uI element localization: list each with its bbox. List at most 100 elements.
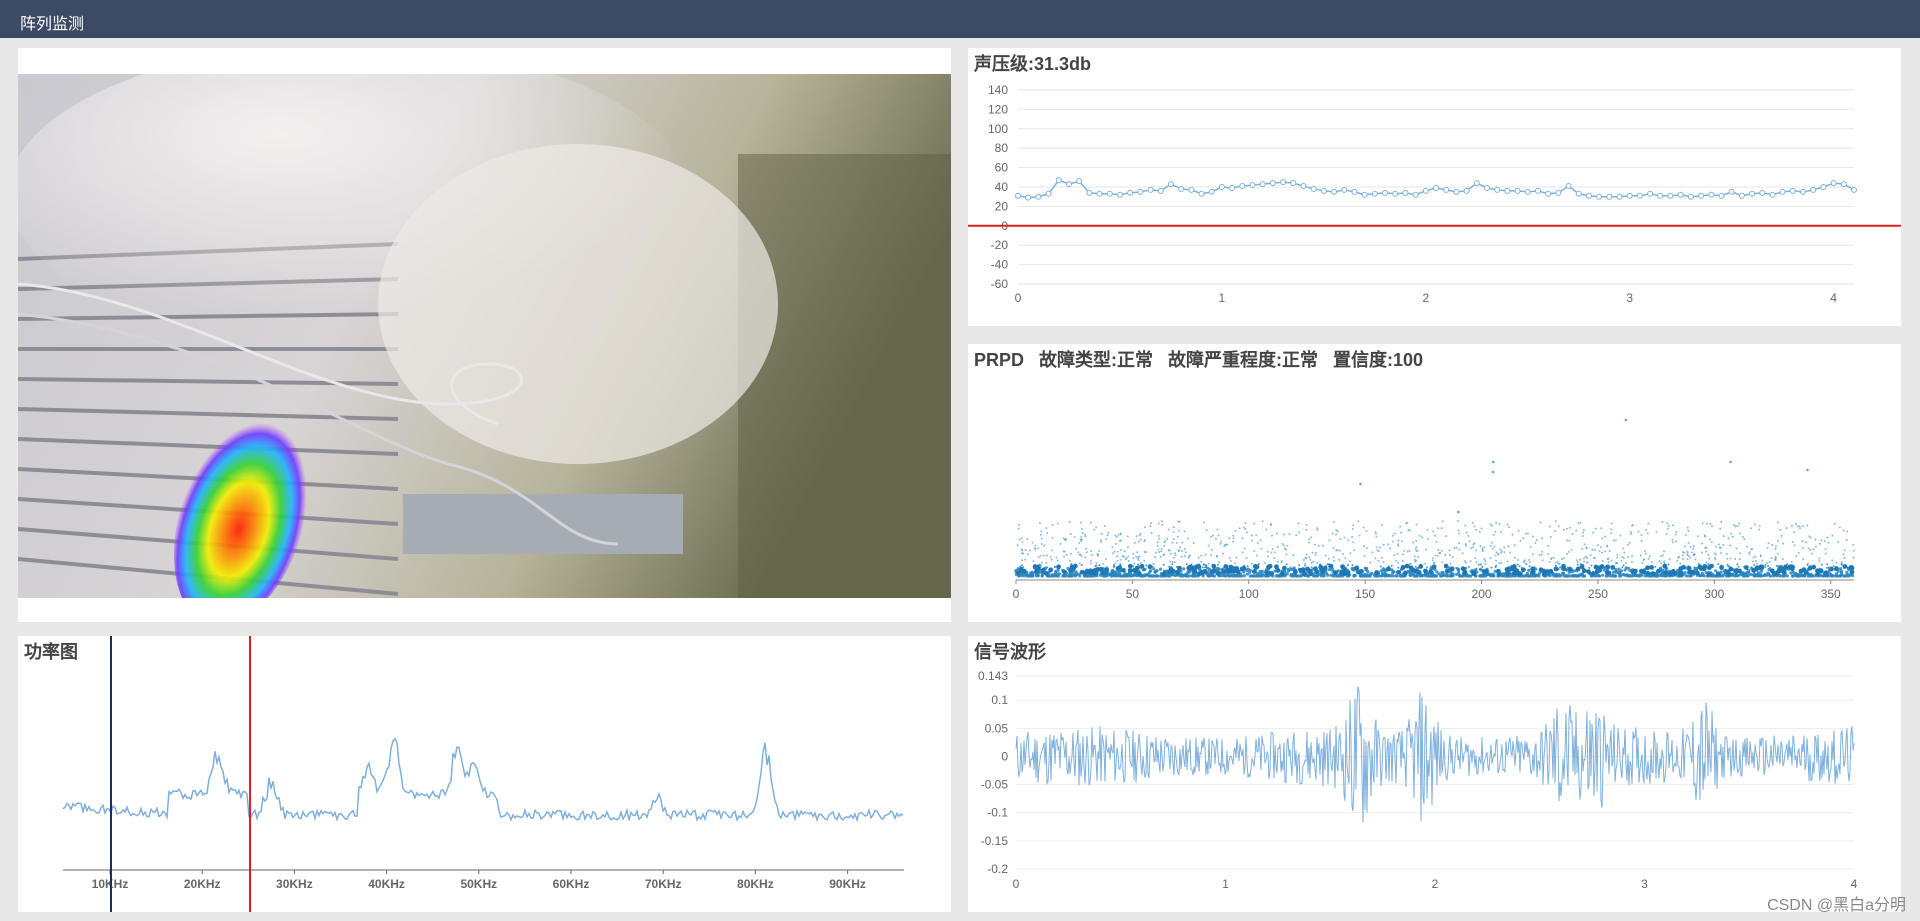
prpd-point <box>1119 539 1122 542</box>
prpd-point <box>1144 551 1147 554</box>
prpd-point <box>1540 568 1546 574</box>
spl-point <box>1249 182 1256 189</box>
prpd-point <box>1126 535 1129 538</box>
prpd-point <box>1116 559 1119 562</box>
prpd-point <box>1157 522 1160 525</box>
prpd-point <box>1457 529 1460 532</box>
prpd-point <box>1455 566 1458 569</box>
prpd-point <box>1305 528 1308 531</box>
prpd-point <box>1660 562 1663 565</box>
prpd-point <box>1708 538 1711 541</box>
prpd-point <box>1606 545 1609 548</box>
prpd-point <box>1536 539 1539 542</box>
prpd-point <box>1838 526 1841 529</box>
prpd-point <box>1124 574 1128 578</box>
prpd-point <box>1686 526 1689 529</box>
prpd-point <box>1644 552 1647 555</box>
prpd-point <box>1479 544 1482 547</box>
prpd-point <box>1678 571 1684 577</box>
spl-point <box>1851 186 1857 193</box>
prpd-point <box>1576 563 1579 566</box>
prpd-point <box>1471 570 1477 575</box>
spl-point <box>1310 185 1317 192</box>
prpd-point <box>1238 574 1242 578</box>
prpd-point <box>1159 555 1162 558</box>
prpd-point <box>1495 559 1498 562</box>
prpd-point <box>1333 559 1336 562</box>
prpd-point <box>1124 558 1127 561</box>
prpd-point <box>1541 550 1544 553</box>
prpd-point <box>1581 547 1584 550</box>
power-xtick-label: 70KHz <box>645 877 682 891</box>
prpd-point <box>1509 551 1512 554</box>
prpd-point <box>1500 561 1503 564</box>
prpd-point <box>1314 554 1317 557</box>
prpd-point <box>1228 557 1231 560</box>
prpd-point <box>1242 574 1246 578</box>
spl-point <box>1106 190 1113 197</box>
prpd-point <box>1506 560 1509 563</box>
prpd-point <box>1753 563 1756 566</box>
prpd-point <box>1528 565 1531 568</box>
prpd-point <box>1475 549 1478 552</box>
spl-point <box>1422 187 1429 194</box>
prpd-point <box>1305 553 1308 556</box>
prpd-point <box>1421 536 1424 539</box>
prpd-point <box>1845 539 1848 542</box>
prpd-point <box>1823 570 1829 576</box>
prpd-point <box>1431 559 1434 562</box>
prpd-point <box>1393 554 1396 557</box>
prpd-point <box>1498 562 1501 565</box>
prpd-point <box>1538 553 1541 556</box>
prpd-point <box>1250 534 1253 537</box>
prpd-point <box>1214 537 1217 540</box>
prpd-point <box>1733 568 1739 574</box>
prpd-point <box>1308 571 1314 577</box>
prpd-point <box>1839 571 1844 575</box>
prpd-point <box>1031 541 1034 544</box>
prpd-point <box>1663 550 1666 553</box>
prpd-point <box>1623 551 1626 554</box>
prpd-point <box>1369 561 1372 564</box>
prpd-point <box>1483 558 1486 561</box>
prpd-point <box>1424 562 1427 565</box>
prpd-point <box>1623 568 1627 572</box>
prpd-point <box>1448 549 1451 552</box>
prpd-point <box>1582 531 1585 534</box>
prpd-point <box>1147 564 1153 570</box>
prpd-point <box>1453 547 1456 550</box>
prpd-point <box>1040 530 1043 533</box>
prpd-point <box>1449 566 1455 572</box>
prpd-point <box>1626 556 1629 559</box>
prpd-point <box>1736 563 1739 566</box>
prpd-point <box>1339 569 1345 575</box>
prpd-point <box>1157 534 1160 537</box>
prpd-point <box>1661 520 1664 523</box>
prpd-point <box>1597 574 1601 578</box>
prpd-point <box>1345 570 1351 576</box>
prpd-point <box>1100 532 1103 535</box>
prpd-point <box>1460 566 1466 572</box>
prpd-point <box>1349 552 1352 555</box>
prpd-point <box>1143 559 1146 562</box>
prpd-point <box>1161 571 1167 577</box>
prpd-point <box>1581 534 1584 537</box>
prpd-point <box>1157 548 1160 551</box>
prpd-point <box>1776 521 1779 524</box>
spl-point <box>1463 187 1470 194</box>
prpd-point <box>1053 572 1058 576</box>
spl-point <box>1412 191 1419 198</box>
prpd-point <box>1842 529 1845 532</box>
prpd-point <box>1288 533 1291 536</box>
prpd-point <box>1386 566 1391 572</box>
prpd-point <box>1059 542 1062 545</box>
prpd-point <box>1286 567 1290 572</box>
prpd-point <box>1540 553 1543 556</box>
prpd-point <box>1752 556 1755 559</box>
prpd-point <box>1674 533 1677 536</box>
prpd-point <box>1056 559 1059 562</box>
prpd-point <box>1491 460 1495 464</box>
prpd-point <box>1143 526 1146 529</box>
prpd-point <box>1759 574 1763 578</box>
prpd-point <box>1098 550 1101 553</box>
